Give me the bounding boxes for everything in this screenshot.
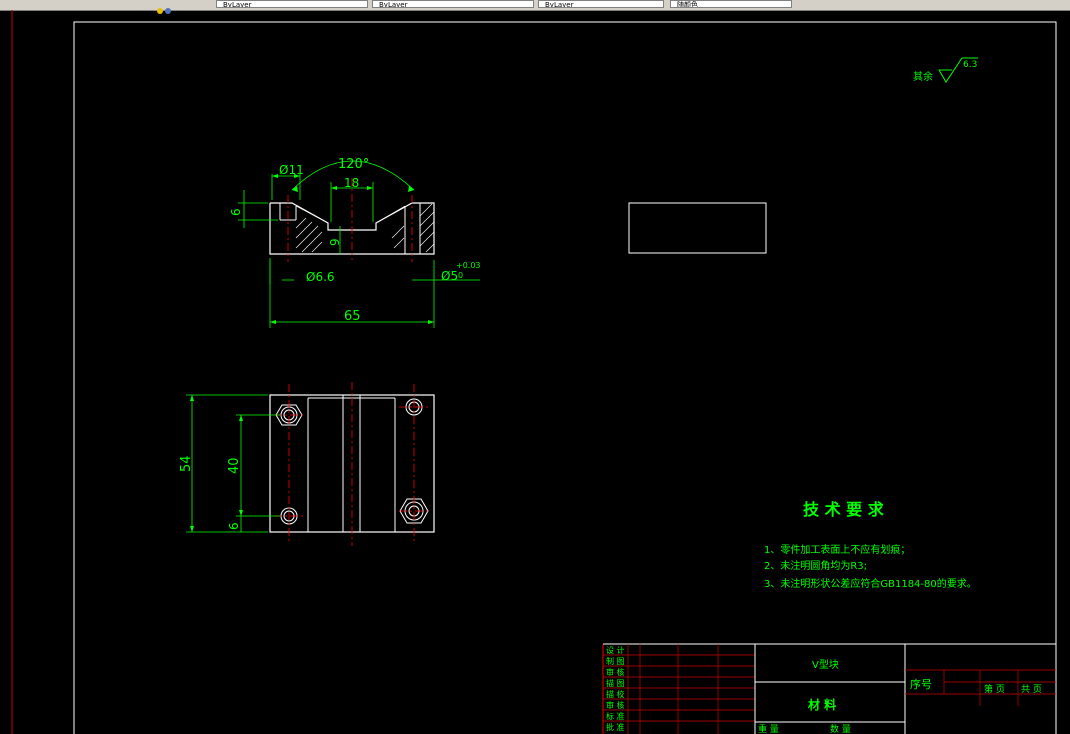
dim-tol-lower: 0 [458,271,463,280]
tech-req-title: 技 术 要 求 [803,500,885,519]
dim-tol-upper: +0.03 [456,261,481,270]
top-view: 54 40 6 [179,382,435,546]
title-block: 设 计 制 图 审 核 描 图 描 校 审 核 标 准 批 准 V型块 材 料 … [602,643,1056,734]
dim-pitch: 40 [227,457,242,474]
roughness-value: 6.3 [963,60,977,70]
dim-angle: 120° [338,157,369,172]
roughness-symbol: 其余 6.3 [913,57,978,83]
dim-width: 54 [179,455,194,472]
note-box [628,202,767,254]
tb-sheet: 第 页 [984,683,1005,695]
tb-seq: 序号 [910,677,932,691]
tb-row-4: 描 图 [606,678,625,688]
tb-row-7: 标 准 [606,711,625,721]
tech-req-item-3: 3、未注明形状公差应符合GB1184-80的要求。 [764,577,977,590]
front-view: Ø11 120° 18 6 9 Ø6.6 Ø5 +0.03 0 65 [229,157,481,328]
tb-row-3: 审 核 [606,667,625,677]
tb-row-2: 制 图 [606,656,625,666]
tech-req-item-1: 1、零件加工表面上不应有划痕； [764,543,910,556]
tb-part-name: V型块 [812,658,839,671]
linetype-select[interactable]: ByLayer [372,0,534,8]
tb-material: 材 料 [807,697,836,712]
plotstyle-select[interactable]: 随颜色 [670,0,792,8]
dim-hole-bottom: Ø6.6 [306,270,335,284]
dim-hole-top: Ø11 [279,163,304,177]
layer-tools-icon[interactable] [156,0,171,14]
drawing-canvas[interactable]: 其余 6.3 Ø11 120° 18 6 9 Ø6.6 Ø5 +0.03 0 6… [0,10,1070,734]
roughness-prefix: 其余 [913,70,933,83]
tb-row-8: 批 准 [606,722,625,732]
dim-edge: 6 [227,522,241,530]
tb-scale: 数 量 [830,723,851,734]
tb-row-6: 审 核 [606,700,625,710]
tb-row-1: 设 计 [606,645,625,655]
lineweight-select[interactable]: ByLayer [538,0,664,8]
tech-requirements: 技 术 要 求 1、零件加工表面上不应有划痕； 2、未注明圆角均为R3; 3、未… [764,500,977,590]
dim-pin-hole: Ø5 [441,269,458,283]
tech-req-item-2: 2、未注明圆角均为R3; [764,559,867,572]
drawing-frame [73,21,1057,734]
dim-depth-left: 6 [229,208,243,216]
tb-weight: 重 量 [758,723,779,734]
tb-row-5: 描 校 [606,689,625,699]
dim-slot-width: 18 [344,176,359,190]
tb-total: 共 页 [1021,684,1042,695]
dim-length: 65 [344,309,361,324]
color-select[interactable]: ByLayer [216,0,368,8]
dim-depth-mid: 9 [328,238,342,246]
